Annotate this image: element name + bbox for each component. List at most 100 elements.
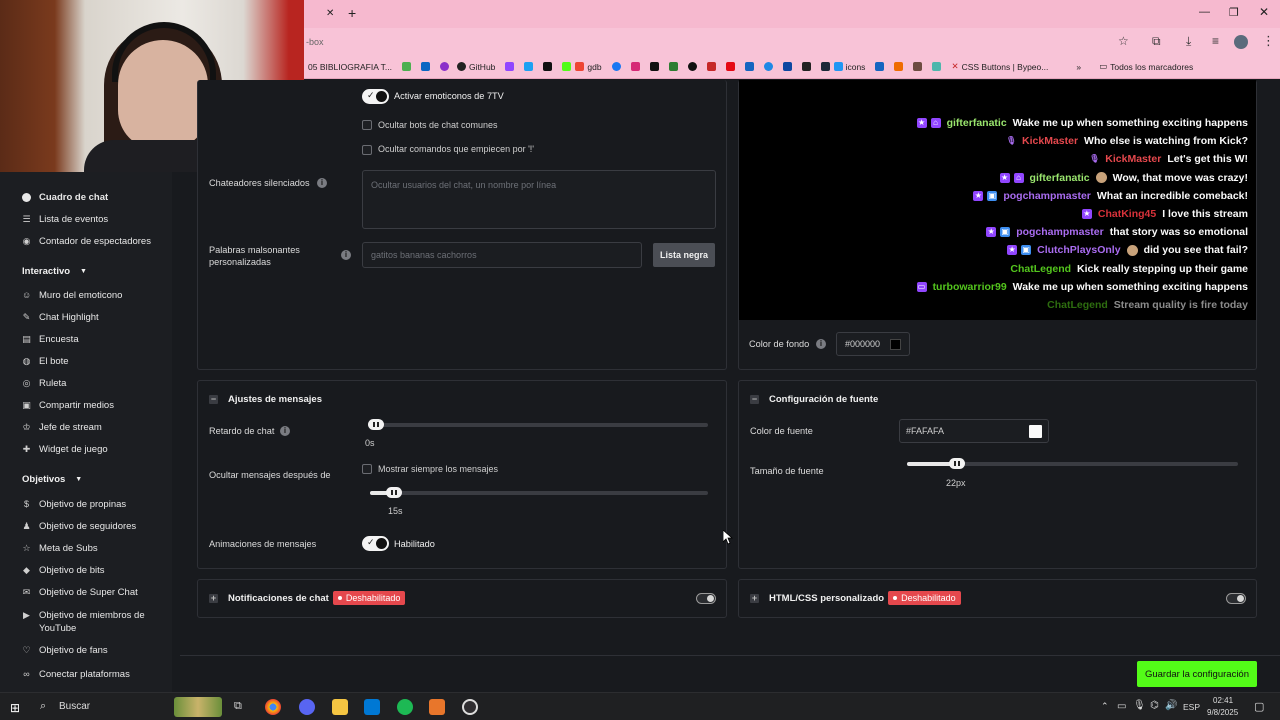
sidebar-item-superchat-goal[interactable]: ✉ Objetivo de Super Chat [22,587,138,598]
chat-notifications-panel[interactable]: + Notificaciones de chat Deshabilitado [197,579,727,618]
search-icon[interactable]: ⌕ [40,700,46,713]
language-indicator[interactable]: ESP [1183,702,1200,712]
sidebar-item-event-list[interactable]: ☰ Lista de eventos [22,214,108,225]
sidebar-section-interactive[interactable]: Interactivo ▼ [22,266,87,277]
tray-chevron-icon[interactable]: ⌃ [1101,701,1109,712]
bookmark-stack-icon[interactable] [875,62,885,71]
bookmark-cloud2-icon[interactable] [782,62,792,71]
sidebar-item-sub-goal[interactable]: ☆ Meta de Subs [22,543,97,554]
bookmark-facebook-icon[interactable] [611,62,621,71]
sidebar-item-follower-goal[interactable]: ♟ Objetivo de seguidores [22,521,136,532]
bookmark-threads-icon[interactable] [687,62,697,71]
bookmark-green-icon[interactable] [668,62,678,71]
download-icon[interactable]: ⤓ [1186,34,1191,49]
font-size-slider[interactable] [907,458,1238,469]
sidebar-item-emote-wall[interactable]: ☺ Muro del emoticono [22,290,122,301]
microphone-icon[interactable]: 🎙 [1133,700,1146,711]
bookmark-linkedin-icon[interactable] [420,62,430,71]
info-icon[interactable]: i [816,339,826,349]
bookmark-drive-icon[interactable] [401,62,411,71]
custom-css-panel[interactable]: + HTML/CSS personalizado Deshabilitado [738,579,1257,618]
app-orange-icon[interactable] [429,699,445,715]
custom-css-header[interactable]: + HTML/CSS personalizado Deshabilitado [750,591,961,605]
bookmark-play-icon[interactable] [763,62,773,71]
message-settings-header[interactable]: − Ajustes de mensajes [209,394,322,405]
widgets-image[interactable] [174,697,222,717]
bookmark-blue-icon[interactable] [524,62,534,71]
clock-date[interactable]: 9/8/2025 [1207,708,1238,717]
network-icon[interactable]: ⌬ [1150,700,1159,711]
chat-delay-thumb[interactable] [368,419,384,430]
discord-icon[interactable] [299,699,315,715]
bookmark-tiktok-icon[interactable] [543,62,553,71]
sidebar-item-chat-box[interactable]: Cuadro de chat [22,192,108,203]
sidebar-item-chat-highlight[interactable]: ✎ Chat Highlight [22,312,99,323]
hide-commands-checkbox[interactable] [362,145,372,155]
bookmark-x-icon[interactable] [649,62,659,71]
windows-start-icon[interactable]: ⊞ [10,701,20,715]
bookmark-item[interactable]: GitHub [453,62,499,72]
sidebar-item-stream-boss[interactable]: ♔ Jefe de stream [22,422,101,433]
badwords-input[interactable]: gatitos bananas cachorros [362,242,642,268]
vscode-icon[interactable] [364,699,380,715]
bookmark-cloud-icon[interactable] [744,62,754,71]
chrome-icon[interactable] [265,699,281,715]
tray-icon[interactable]: ▭ [1117,701,1126,712]
spotify-icon[interactable] [397,699,413,715]
menu-kebab-icon[interactable]: ⋮ [1262,33,1275,49]
bookmark-steam-icon[interactable] [820,62,830,71]
clock-time[interactable]: 02:41 [1213,696,1233,705]
sidebar-item-viewer-counter[interactable]: ◉ Contador de espectadores [22,236,151,247]
bookmark-dark-icon[interactable] [801,62,811,71]
sidebar-item-poll[interactable]: ▤ Encuesta [22,334,78,345]
blacklist-button[interactable]: Lista negra [653,243,715,267]
info-icon[interactable]: i [341,250,351,260]
restore-icon[interactable]: ❐ [1229,6,1239,19]
bookmark-netflix-icon[interactable] [725,62,735,71]
taskbar-search-label[interactable]: Buscar [59,701,90,712]
font-color-swatch[interactable] [1029,424,1042,438]
emotes-7tv-toggle[interactable]: ✓ [362,89,389,104]
bookmark-orange-icon[interactable] [894,62,904,71]
always-show-checkbox[interactable] [362,464,372,474]
bookmark-image-icon[interactable] [913,62,923,71]
profile-avatar[interactable] [1234,35,1248,49]
hide-bots-checkbox[interactable] [362,120,372,130]
bookmark-purple-icon[interactable] [439,62,449,71]
address-bar[interactable]: -box ☆ ⧉ ⤓ ≡ ⋮ [304,28,1280,55]
bookmark-item[interactable]: ✕ CSS Buttons | Bypeo... [947,61,1052,72]
close-tab-icon[interactable]: ✕ [326,8,334,19]
notifications-icon[interactable]: ▢ [1254,700,1264,713]
font-size-thumb[interactable] [949,458,965,469]
info-icon[interactable]: i [280,426,290,436]
bg-color-swatch[interactable] [890,338,901,350]
sidebar-item-tip-goal[interactable]: $ Objetivo de propinas [22,499,126,510]
obs-icon[interactable] [462,699,478,715]
save-settings-button[interactable]: Guardar la configuración [1137,661,1257,687]
file-explorer-icon[interactable] [332,699,348,715]
sidebar-item-wheel[interactable]: ◎ Ruleta [22,378,67,389]
all-bookmarks[interactable]: ▭ Todos los marcadores [1095,61,1197,72]
bookmarks-overflow-icon[interactable]: » [1072,62,1085,72]
info-icon[interactable]: i [317,178,327,188]
sidebar-item-media-share[interactable]: ▣ Compartir medios [22,400,114,411]
sidebar-item-connect-platforms[interactable]: ∞ Conectar plataformas [22,669,130,680]
chat-notifications-header[interactable]: + Notificaciones de chat Deshabilitado [209,591,406,605]
task-view-icon[interactable]: ⧉ [234,700,242,713]
bookmark-instagram-icon[interactable] [630,62,640,71]
hide-after-slider[interactable] [370,487,708,498]
minimize-icon[interactable]: — [1199,6,1210,18]
font-settings-header[interactable]: − Configuración de fuente [750,394,878,405]
close-window-icon[interactable]: ✕ [1259,5,1269,19]
sidebar-item-pot[interactable]: ◍ El bote [22,356,69,367]
notifications-toggle[interactable] [696,593,716,604]
animations-toggle[interactable]: ✓ [362,536,389,551]
bookmark-red-icon[interactable] [706,62,716,71]
sidebar-item-fan-goal[interactable]: ♡ Objetivo de fans [22,645,107,656]
bookmark-item[interactable]: icons [830,62,870,72]
media-control-icon[interactable]: ≡ [1212,34,1219,48]
sidebar-item-bits-goal[interactable]: ◆ Objetivo de bits [22,565,104,576]
bookmark-teal-icon[interactable] [932,62,942,71]
extensions-icon[interactable]: ⧉ [1152,34,1161,49]
bookmark-item[interactable]: 05 BIBLIOGRAFIA T... [304,62,396,72]
